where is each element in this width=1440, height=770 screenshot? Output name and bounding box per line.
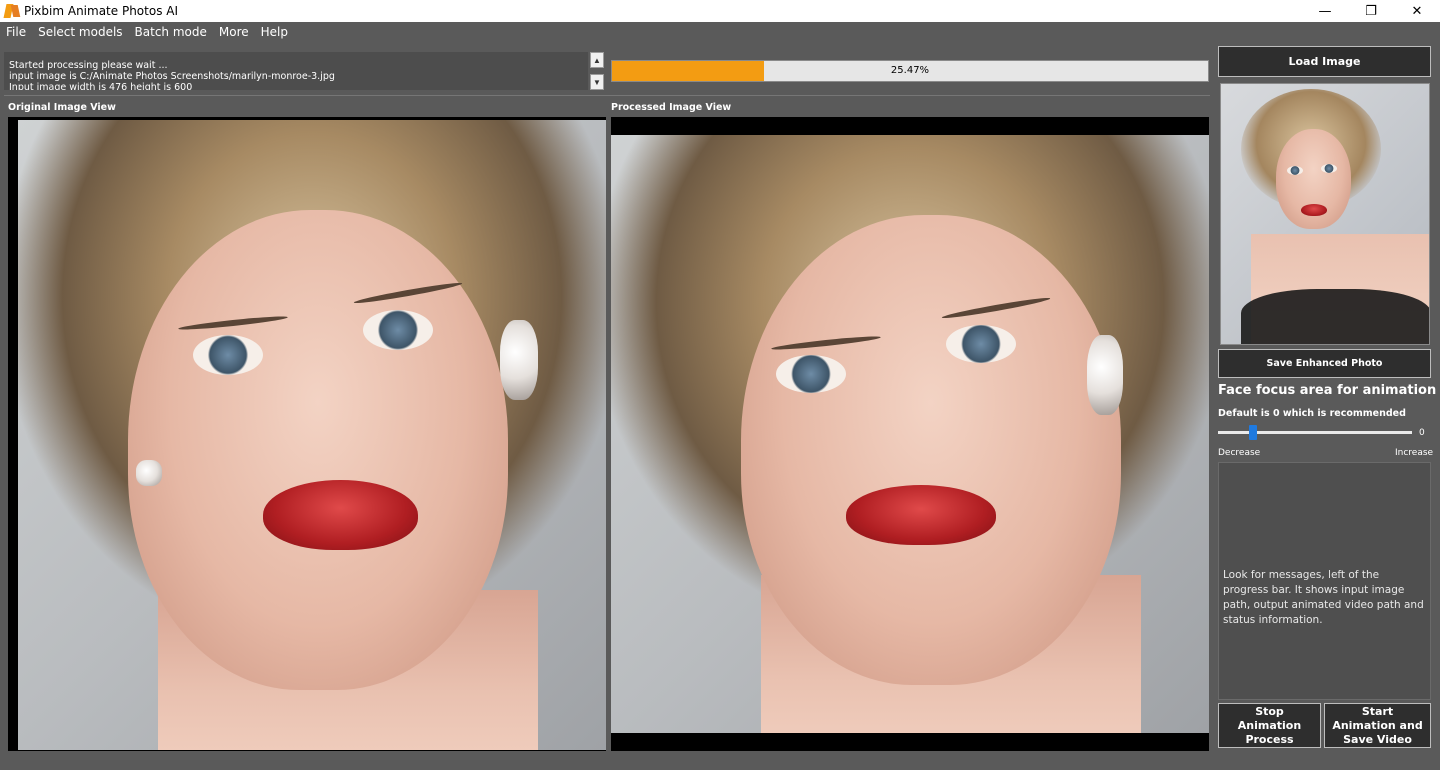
progress-label: 25.47% bbox=[890, 65, 930, 76]
processed-view-label: Processed Image View bbox=[611, 102, 732, 113]
original-image-view bbox=[8, 117, 606, 751]
log-line: input image is C:/Animate Photos Screens… bbox=[9, 71, 335, 82]
menu-more[interactable]: More bbox=[213, 22, 255, 42]
info-message: Look for messages, left of the progress … bbox=[1223, 569, 1424, 626]
slider-min-label: Decrease bbox=[1218, 448, 1261, 458]
face-focus-slider[interactable] bbox=[1218, 431, 1412, 434]
processed-portrait-image bbox=[611, 135, 1209, 733]
processed-image-view bbox=[611, 117, 1209, 751]
menu-select-models[interactable]: Select models bbox=[32, 22, 128, 42]
log-line: Input image width is 476 height is 600 bbox=[9, 82, 193, 90]
stop-animation-button[interactable]: Stop Animation Process bbox=[1218, 703, 1321, 748]
start-animation-button[interactable]: Start Animation and Save Video bbox=[1324, 703, 1431, 748]
save-enhanced-photo-button[interactable]: Save Enhanced Photo bbox=[1218, 349, 1431, 378]
info-panel: Look for messages, left of the progress … bbox=[1218, 462, 1431, 700]
face-focus-subtitle: Default is 0 which is recommended bbox=[1218, 408, 1406, 419]
face-focus-title: Face focus area for animation bbox=[1218, 383, 1437, 398]
close-button[interactable]: ✕ bbox=[1394, 0, 1440, 22]
log-line: Started processing please wait ... bbox=[9, 60, 168, 71]
menu-bar: File Select models Batch mode More Help bbox=[0, 22, 1440, 42]
window-controls: — ❐ ✕ bbox=[1302, 0, 1440, 22]
input-thumbnail-image bbox=[1220, 83, 1430, 345]
menu-help[interactable]: Help bbox=[255, 22, 294, 42]
restore-button[interactable]: ❐ bbox=[1348, 0, 1394, 22]
load-image-button[interactable]: Load Image bbox=[1218, 46, 1431, 77]
scroll-down-icon[interactable]: ▼ bbox=[590, 74, 604, 90]
log-scrollbar[interactable]: ▲ ▼ bbox=[590, 52, 606, 90]
scroll-up-icon[interactable]: ▲ bbox=[590, 52, 604, 68]
app-logo-icon bbox=[4, 3, 20, 19]
minimize-button[interactable]: — bbox=[1302, 0, 1348, 22]
title-bar: Pixbim Animate Photos AI — ❐ ✕ bbox=[0, 0, 1440, 22]
original-portrait-image bbox=[18, 120, 606, 750]
progress-bar: 25.47% bbox=[611, 60, 1209, 82]
divider bbox=[4, 95, 1210, 96]
slider-value-label: 0 bbox=[1419, 428, 1425, 438]
original-view-label: Original Image View bbox=[8, 102, 116, 113]
log-textarea[interactable]: Started processing please wait ... input… bbox=[4, 52, 588, 90]
slider-handle[interactable] bbox=[1248, 425, 1257, 440]
slider-max-label: Increase bbox=[1395, 448, 1434, 458]
menu-file[interactable]: File bbox=[0, 22, 32, 42]
window-title: Pixbim Animate Photos AI bbox=[24, 4, 179, 18]
menu-batch-mode[interactable]: Batch mode bbox=[129, 22, 213, 42]
